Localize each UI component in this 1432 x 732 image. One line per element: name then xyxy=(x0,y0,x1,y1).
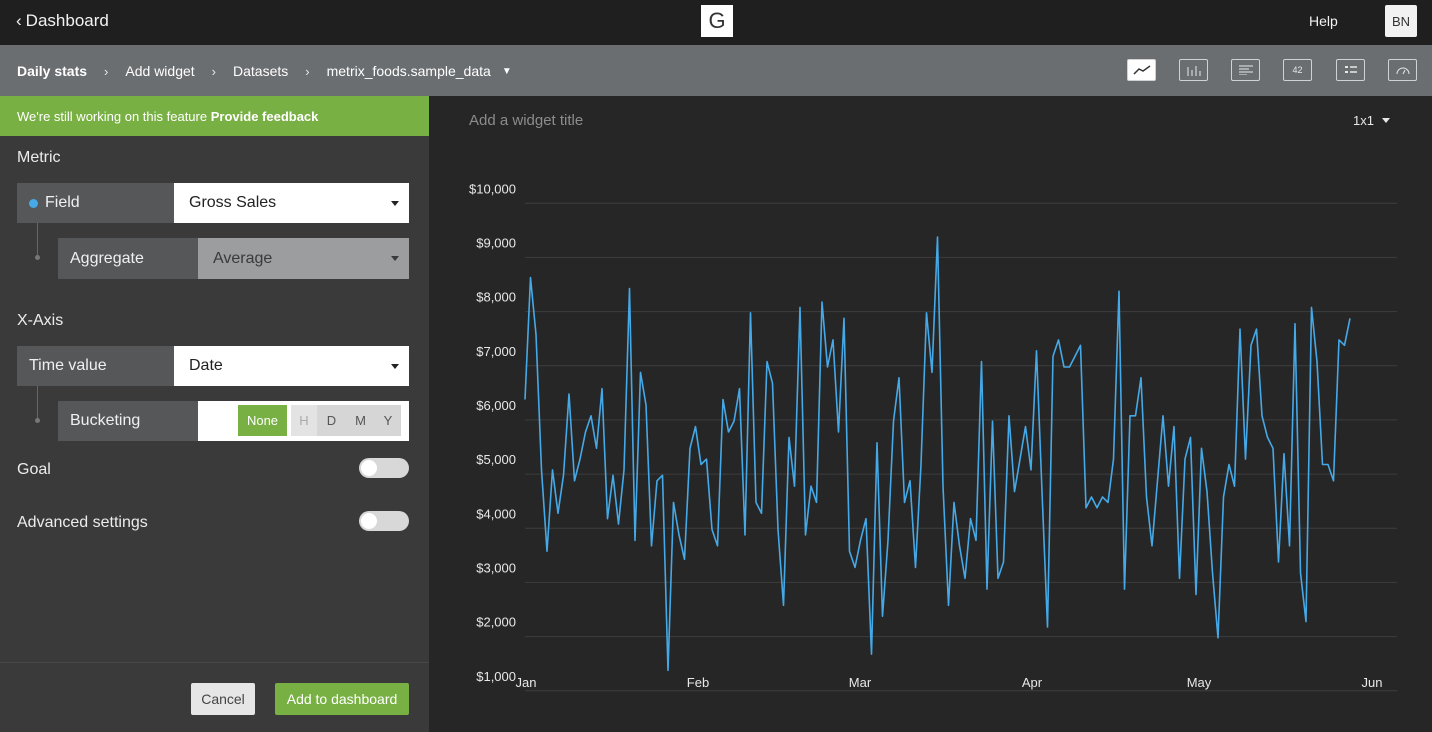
toggle-knob xyxy=(361,460,377,476)
y-tick-label: $5,000 xyxy=(476,452,516,467)
bucketing-selector: None H D M Y xyxy=(198,401,409,441)
bucketing-day-button[interactable]: D xyxy=(317,405,346,436)
bar-chart-icon xyxy=(1187,66,1200,76)
widget-type-number[interactable]: 42 xyxy=(1283,59,1312,81)
widget-type-line-chart[interactable] xyxy=(1127,59,1156,81)
breadcrumb-datasets[interactable]: Datasets xyxy=(233,63,288,79)
widget-type-gauge[interactable] xyxy=(1388,59,1417,81)
provide-feedback-link[interactable]: Provide feedback xyxy=(211,109,319,124)
chevron-right-icon: › xyxy=(211,63,217,79)
breadcrumb-daily-stats[interactable]: Daily stats xyxy=(17,63,87,79)
y-tick-label: $6,000 xyxy=(476,398,516,413)
avatar[interactable]: BN xyxy=(1385,5,1417,37)
time-value-select[interactable]: Date xyxy=(174,346,409,386)
breadcrumb-add-widget[interactable]: Add widget xyxy=(125,63,194,79)
y-tick-label: $2,000 xyxy=(476,615,516,630)
series-color-dot xyxy=(29,198,38,208)
y-tick-label: $7,000 xyxy=(476,344,516,359)
advanced-settings-label: Advanced settings xyxy=(17,514,148,531)
line-chart-icon xyxy=(1132,65,1150,75)
time-value-select-value: Date xyxy=(189,357,223,374)
metric-heading: Metric xyxy=(17,149,61,166)
help-link[interactable]: Help xyxy=(1309,13,1338,29)
gauge-icon xyxy=(1396,67,1409,75)
tree-connector xyxy=(37,386,38,421)
y-tick-label: $9,000 xyxy=(476,235,516,250)
feedback-banner: We're still working on this feature Prov… xyxy=(0,96,429,136)
chevron-right-icon: › xyxy=(305,63,310,79)
x-tick-label: Apr xyxy=(1022,675,1043,690)
number-icon: 42 xyxy=(1292,65,1303,75)
text-icon xyxy=(1238,65,1253,75)
field-select[interactable]: Gross Sales xyxy=(174,183,409,223)
y-tick-label: $4,000 xyxy=(476,506,516,521)
x-tick-label: Jan xyxy=(516,675,537,690)
x-tick-label: Jun xyxy=(1362,675,1383,690)
caret-down-icon xyxy=(391,364,399,369)
field-label: Field xyxy=(17,183,174,223)
bucketing-hour-button[interactable]: H xyxy=(291,405,317,436)
bucketing-year-button[interactable]: Y xyxy=(375,405,401,436)
aggregate-select-value: Average xyxy=(213,249,273,267)
caret-down-icon xyxy=(391,201,399,206)
list-icon xyxy=(1344,66,1357,73)
aggregate-select[interactable]: Average xyxy=(198,238,409,279)
field-select-value: Gross Sales xyxy=(189,194,277,211)
advanced-settings-toggle[interactable] xyxy=(359,511,409,531)
tree-node-dot xyxy=(35,418,40,423)
breadcrumb-bar: Daily stats › Add widget › Datasets › me… xyxy=(0,45,1432,96)
back-label: Dashboard xyxy=(25,11,109,30)
banner-text: We're still working on this feature xyxy=(17,109,208,124)
widget-type-text[interactable] xyxy=(1231,59,1260,81)
y-tick-label: $10,000 xyxy=(469,181,516,196)
widget-config-panel: We're still working on this feature Prov… xyxy=(0,96,429,732)
goal-toggle[interactable] xyxy=(359,458,409,478)
top-bar: ‹ Dashboard G Help BN xyxy=(0,0,1432,45)
x-tick-label: Feb xyxy=(687,675,709,690)
bucketing-month-button[interactable]: M xyxy=(346,405,375,436)
breadcrumb: Daily stats › Add widget › Datasets › me… xyxy=(17,63,512,79)
aggregate-label: Aggregate xyxy=(58,238,198,279)
y-tick-label: $8,000 xyxy=(476,290,516,305)
tree-connector xyxy=(37,223,38,258)
caret-down-icon xyxy=(391,256,399,261)
toggle-knob xyxy=(361,513,377,529)
line-chart: $1,000 $2,000 $3,000 $4,000 $5,000 $6,000 $7,0… xyxy=(469,181,1397,692)
back-to-dashboard-link[interactable]: ‹ Dashboard xyxy=(16,11,109,31)
bucketing-none-button[interactable]: None xyxy=(238,405,287,436)
widget-type-list[interactable] xyxy=(1336,59,1365,81)
time-value-label: Time value xyxy=(17,346,174,386)
bucketing-label: Bucketing xyxy=(58,401,198,441)
caret-down-icon[interactable]: ▼ xyxy=(502,66,512,77)
chevron-left-icon: ‹ xyxy=(16,11,22,30)
chart-preview-panel: Add a widget title 1x1 $1,000 $2,000 $3,00… xyxy=(429,96,1432,732)
chevron-right-icon: › xyxy=(104,63,109,79)
series-line xyxy=(524,236,1351,672)
x-tick-label: Mar xyxy=(849,675,872,690)
cancel-button[interactable]: Cancel xyxy=(191,683,255,715)
x-tick-label: May xyxy=(1187,675,1212,690)
breadcrumb-dataset-name[interactable]: metrix_foods.sample_data xyxy=(327,63,491,79)
y-tick-label: $1,000 xyxy=(476,669,516,684)
field-label-text: Field xyxy=(45,194,80,211)
tree-node-dot xyxy=(35,255,40,260)
widget-type-bar-chart[interactable] xyxy=(1179,59,1208,81)
x-axis-heading: X-Axis xyxy=(17,312,64,329)
add-to-dashboard-button[interactable]: Add to dashboard xyxy=(275,683,409,715)
app-logo[interactable]: G xyxy=(701,5,733,37)
goal-label: Goal xyxy=(17,461,51,478)
y-tick-label: $3,000 xyxy=(476,560,516,575)
